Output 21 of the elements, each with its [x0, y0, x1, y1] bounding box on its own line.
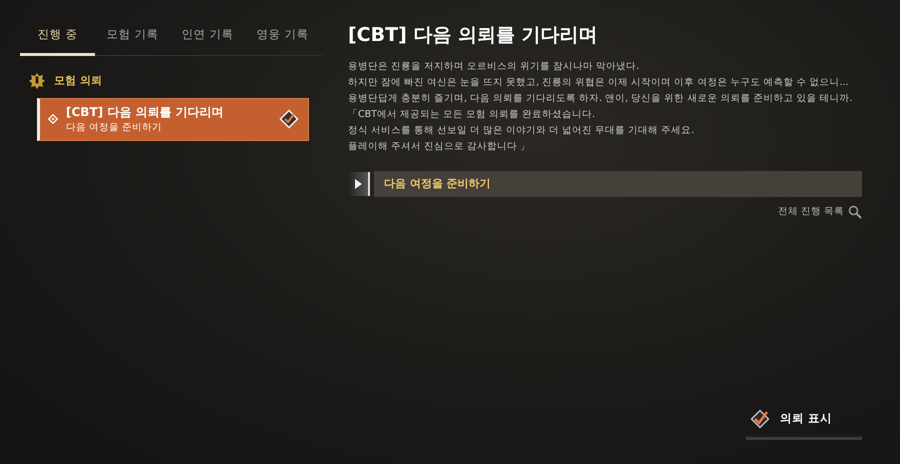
expand-icon[interactable]: [348, 172, 370, 196]
quest-subtitle: 다음 여정을 준비하기: [66, 121, 164, 136]
description-line: 정식 서비스를 통해 선보일 더 많은 이야기와 더 넓어진 무대를 기대해 주세요.: [348, 124, 696, 138]
quest-name: [CBT] 다음 의뢰를 기다리며: [66, 104, 225, 122]
description-line: 용병단은 진룡을 저지하며 오르비스의 위기를 잠시나마 막아냈다.: [348, 60, 640, 74]
tab[interactable]: 영웅 기록: [245, 18, 320, 56]
tab[interactable]: 진행 중: [20, 18, 95, 56]
description-line: 하지만 잠에 빠진 여신은 눈을 뜨지 못했고, 진룡의 위협은 이제 시작이며 이후 여정은 누구도 예측할 수 없으니...: [348, 76, 850, 90]
objective-bar: 다음 여정을 준비하기: [374, 170, 862, 198]
badge-icon: [28, 72, 46, 90]
description-line: 플레이해 주셔서 진심으로 감사합니다 」: [348, 140, 532, 154]
category-label: 모험 의뢰: [54, 73, 102, 89]
quest-card[interactable]: [CBT] 다음 의뢰를 기다리며 다음 여정을 준비하기: [37, 98, 309, 140]
description-line: 「CBT에서 제공되는 모든 모험 의뢰를 완료하셨습니다.: [348, 108, 596, 122]
quest-title: [CBT] 다음 의뢰를 기다리며: [348, 24, 599, 47]
tab[interactable]: 모험 기록: [95, 18, 170, 56]
progress-list-link[interactable]: 전체 진행 목록: [778, 205, 844, 220]
tab[interactable]: 인연 기록: [170, 18, 245, 56]
search-icon[interactable]: [848, 205, 862, 220]
diamond-icon: [48, 114, 58, 124]
description-line: 용병단답게 충분히 즐기며, 다음 의뢰를 기다리도록 하자. 앤이, 당신을 위한 새로운 의뢰를 준비하고 있을 테니까.: [348, 92, 854, 106]
